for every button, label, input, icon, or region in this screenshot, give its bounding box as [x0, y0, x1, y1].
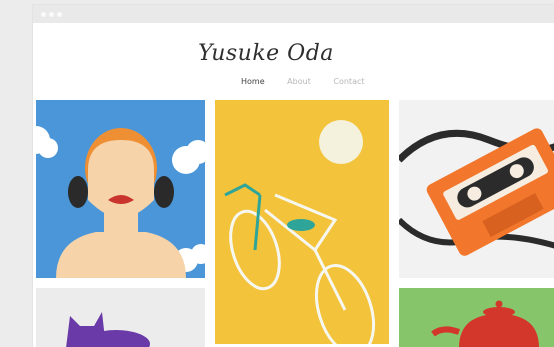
- window-minimize-dot[interactable]: [49, 12, 54, 17]
- cat-illustration: [36, 288, 205, 347]
- cassette-tape-illustration: [399, 100, 554, 278]
- gallery-item-cat[interactable]: [36, 288, 205, 347]
- gallery-item-teapot[interactable]: [399, 288, 554, 347]
- browser-titlebar: [33, 5, 554, 23]
- window-maximize-dot[interactable]: [57, 12, 62, 17]
- site-nav: Home About Contact: [241, 77, 385, 86]
- gallery-item-cassette[interactable]: [399, 100, 554, 278]
- bicycle-illustration: [215, 100, 389, 344]
- portrait-illustration: [36, 100, 205, 278]
- gallery-item-portrait[interactable]: [36, 100, 205, 278]
- nav-contact[interactable]: Contact: [333, 77, 364, 86]
- gallery-item-bicycle[interactable]: [215, 100, 389, 344]
- window-close-dot[interactable]: [41, 12, 46, 17]
- browser-window: Yusuke Oda Home About Contact: [33, 5, 554, 347]
- teapot-illustration: [399, 288, 554, 347]
- site-title: Yusuke Oda: [198, 41, 334, 66]
- nav-about[interactable]: About: [287, 77, 311, 86]
- nav-home[interactable]: Home: [241, 77, 265, 86]
